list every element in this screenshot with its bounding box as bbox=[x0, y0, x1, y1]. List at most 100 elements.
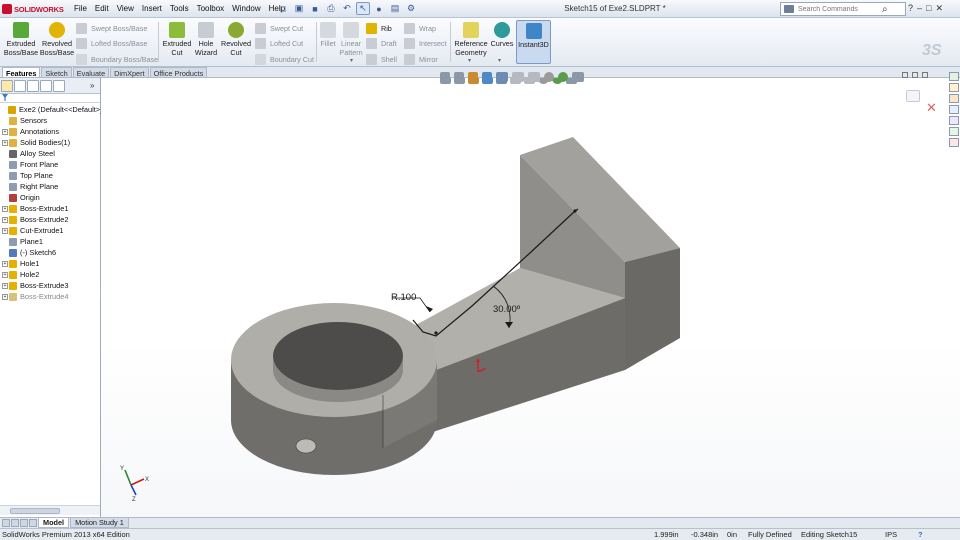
view-orientation-icon[interactable] bbox=[496, 72, 508, 82]
tree-item[interactable]: Top Plane bbox=[2, 170, 53, 181]
sketch-point[interactable] bbox=[434, 331, 438, 335]
tree-item[interactable]: Plane1 bbox=[2, 236, 43, 247]
more-tabs-icon[interactable]: » bbox=[90, 81, 94, 90]
forum-icon[interactable] bbox=[949, 138, 959, 147]
lofted-boss-button[interactable]: Lofted Boss/Base bbox=[76, 36, 147, 50]
property-manager-icon[interactable] bbox=[14, 79, 26, 92]
fillet-button[interactable]: Fillet bbox=[318, 20, 338, 64]
tab-sketch[interactable]: Sketch bbox=[41, 67, 72, 78]
dropdown-arrow-icon[interactable]: ▾ bbox=[468, 57, 471, 64]
tab-office-products[interactable]: Office Products bbox=[149, 67, 208, 78]
side-hole[interactable] bbox=[295, 438, 317, 454]
tree-item[interactable]: + Boss-Extrude2 bbox=[2, 214, 68, 225]
new-document-icon[interactable]: □ bbox=[276, 2, 290, 15]
rib-button[interactable]: Rib bbox=[366, 21, 392, 35]
help-icon[interactable]: ? bbox=[908, 3, 913, 14]
menu-window[interactable]: Window bbox=[228, 3, 264, 14]
menu-file[interactable]: File bbox=[70, 3, 91, 14]
radius-dimension[interactable]: R.100 bbox=[391, 292, 416, 303]
expand-icon[interactable]: + bbox=[2, 216, 8, 223]
draft-button[interactable]: Draft bbox=[366, 36, 397, 50]
tree-item[interactable]: + Boss-Extrude1 bbox=[2, 203, 68, 214]
tree-item[interactable]: + Boss-Extrude3 bbox=[2, 280, 68, 291]
angle-dimension[interactable]: 30.00º bbox=[493, 304, 521, 315]
hide-show-icon[interactable] bbox=[528, 72, 540, 82]
previous-tab-icon[interactable] bbox=[11, 519, 19, 527]
tree-item[interactable]: Sensors bbox=[2, 115, 47, 126]
section-view-icon[interactable] bbox=[482, 72, 492, 82]
search-icon[interactable]: ⌕ bbox=[882, 4, 888, 15]
file-explorer-icon[interactable] bbox=[949, 94, 959, 103]
minimize-icon[interactable]: – bbox=[917, 3, 922, 14]
tree-item[interactable]: (-) Sketch6 bbox=[2, 247, 56, 258]
tree-item[interactable]: + Annotations bbox=[2, 126, 59, 137]
menu-insert[interactable]: Insert bbox=[138, 3, 166, 14]
viewport-restore-icon[interactable] bbox=[912, 72, 918, 78]
viewport-close-icon[interactable] bbox=[922, 72, 928, 78]
close-icon[interactable]: ✕ bbox=[935, 3, 943, 14]
featuremanager-tree-icon[interactable] bbox=[1, 79, 13, 92]
tab-dimxpert[interactable]: DimXpert bbox=[110, 67, 149, 78]
file-properties-icon[interactable]: ▤ bbox=[388, 2, 402, 15]
expand-icon[interactable]: + bbox=[2, 227, 8, 234]
filter-icon[interactable] bbox=[2, 94, 8, 101]
dropdown-arrow-icon[interactable]: ▾ bbox=[350, 57, 353, 64]
select-pointer-icon[interactable]: ↖ bbox=[356, 2, 370, 15]
tree-item[interactable]: + Solid Bodies(1) bbox=[2, 137, 70, 148]
appearance-icon[interactable] bbox=[544, 72, 554, 82]
print-icon[interactable]: ⎙ bbox=[324, 2, 338, 15]
lofted-cut-button[interactable]: Lofted Cut bbox=[255, 36, 303, 50]
status-units[interactable]: IPS bbox=[885, 530, 897, 539]
open-folder-icon[interactable]: ▣ bbox=[292, 2, 306, 15]
last-tab-icon[interactable] bbox=[29, 519, 37, 527]
expand-icon[interactable]: + bbox=[2, 260, 8, 267]
confirmation-corner-cancel-icon[interactable]: ✕ bbox=[926, 100, 937, 116]
tab-model[interactable]: Model bbox=[38, 518, 70, 528]
options-icon[interactable]: ⚙ bbox=[404, 2, 418, 15]
menu-toolbox[interactable]: Toolbox bbox=[193, 3, 229, 14]
search-scope-icon[interactable] bbox=[784, 5, 794, 13]
search-input[interactable] bbox=[798, 5, 880, 13]
extruded-boss-button[interactable]: Extruded Boss/Base bbox=[2, 20, 40, 64]
tree-item[interactable]: Right Plane bbox=[2, 181, 58, 192]
zoom-area-icon[interactable] bbox=[454, 72, 464, 82]
display-style-icon[interactable] bbox=[512, 72, 524, 82]
wrap-button[interactable]: Wrap bbox=[404, 21, 436, 35]
tree-item[interactable]: + Hole1 bbox=[2, 258, 39, 269]
mirror-button[interactable]: Mirror bbox=[404, 52, 438, 66]
tab-motion-study[interactable]: Motion Study 1 bbox=[70, 518, 129, 528]
model-viewport[interactable]: R.100 30.00º Y X Z bbox=[101, 78, 960, 518]
horizontal-scrollbar[interactable] bbox=[0, 505, 100, 515]
previous-view-icon[interactable] bbox=[468, 72, 478, 82]
custom-properties-icon[interactable] bbox=[949, 127, 959, 136]
solidworks-resources-icon[interactable] bbox=[949, 72, 959, 81]
rebuild-icon[interactable]: ● bbox=[372, 2, 386, 15]
confirmation-corner-ok[interactable] bbox=[906, 90, 920, 102]
search-commands-box[interactable]: ⌕ bbox=[780, 2, 906, 16]
menu-tools[interactable]: Tools bbox=[166, 3, 193, 14]
configuration-manager-icon[interactable] bbox=[27, 79, 39, 92]
boundary-boss-button[interactable]: Boundary Boss/Base bbox=[76, 52, 158, 66]
first-tab-icon[interactable] bbox=[2, 519, 10, 527]
boundary-cut-button[interactable]: Boundary Cut bbox=[255, 52, 314, 66]
expand-icon[interactable]: + bbox=[2, 282, 8, 289]
expand-icon[interactable]: + bbox=[2, 271, 8, 278]
save-icon[interactable]: ■ bbox=[308, 2, 322, 15]
expand-icon[interactable]: + bbox=[2, 139, 8, 146]
tree-item[interactable]: Exe2 (Default<<Default>_ bbox=[1, 104, 104, 115]
revolved-cut-button[interactable]: Revolved Cut bbox=[219, 20, 253, 64]
display-manager-icon[interactable] bbox=[53, 79, 65, 92]
tree-item[interactable]: Origin bbox=[2, 192, 40, 203]
menu-view[interactable]: View bbox=[113, 3, 138, 14]
design-library-icon[interactable] bbox=[949, 83, 959, 92]
tree-item[interactable]: Front Plane bbox=[2, 159, 58, 170]
revolved-boss-button[interactable]: Revolved Boss/Base bbox=[38, 20, 76, 64]
scene-icon[interactable] bbox=[558, 72, 568, 82]
tab-evaluate[interactable]: Evaluate bbox=[72, 67, 110, 78]
sketch-point[interactable] bbox=[573, 209, 577, 213]
viewport-minimize-icon[interactable] bbox=[902, 72, 908, 78]
extruded-cut-button[interactable]: Extruded Cut bbox=[161, 20, 193, 64]
tree-item[interactable]: Alloy Steel bbox=[2, 148, 55, 159]
expand-icon[interactable]: + bbox=[2, 205, 8, 212]
instant3d-button[interactable]: Instant3D bbox=[516, 20, 551, 64]
